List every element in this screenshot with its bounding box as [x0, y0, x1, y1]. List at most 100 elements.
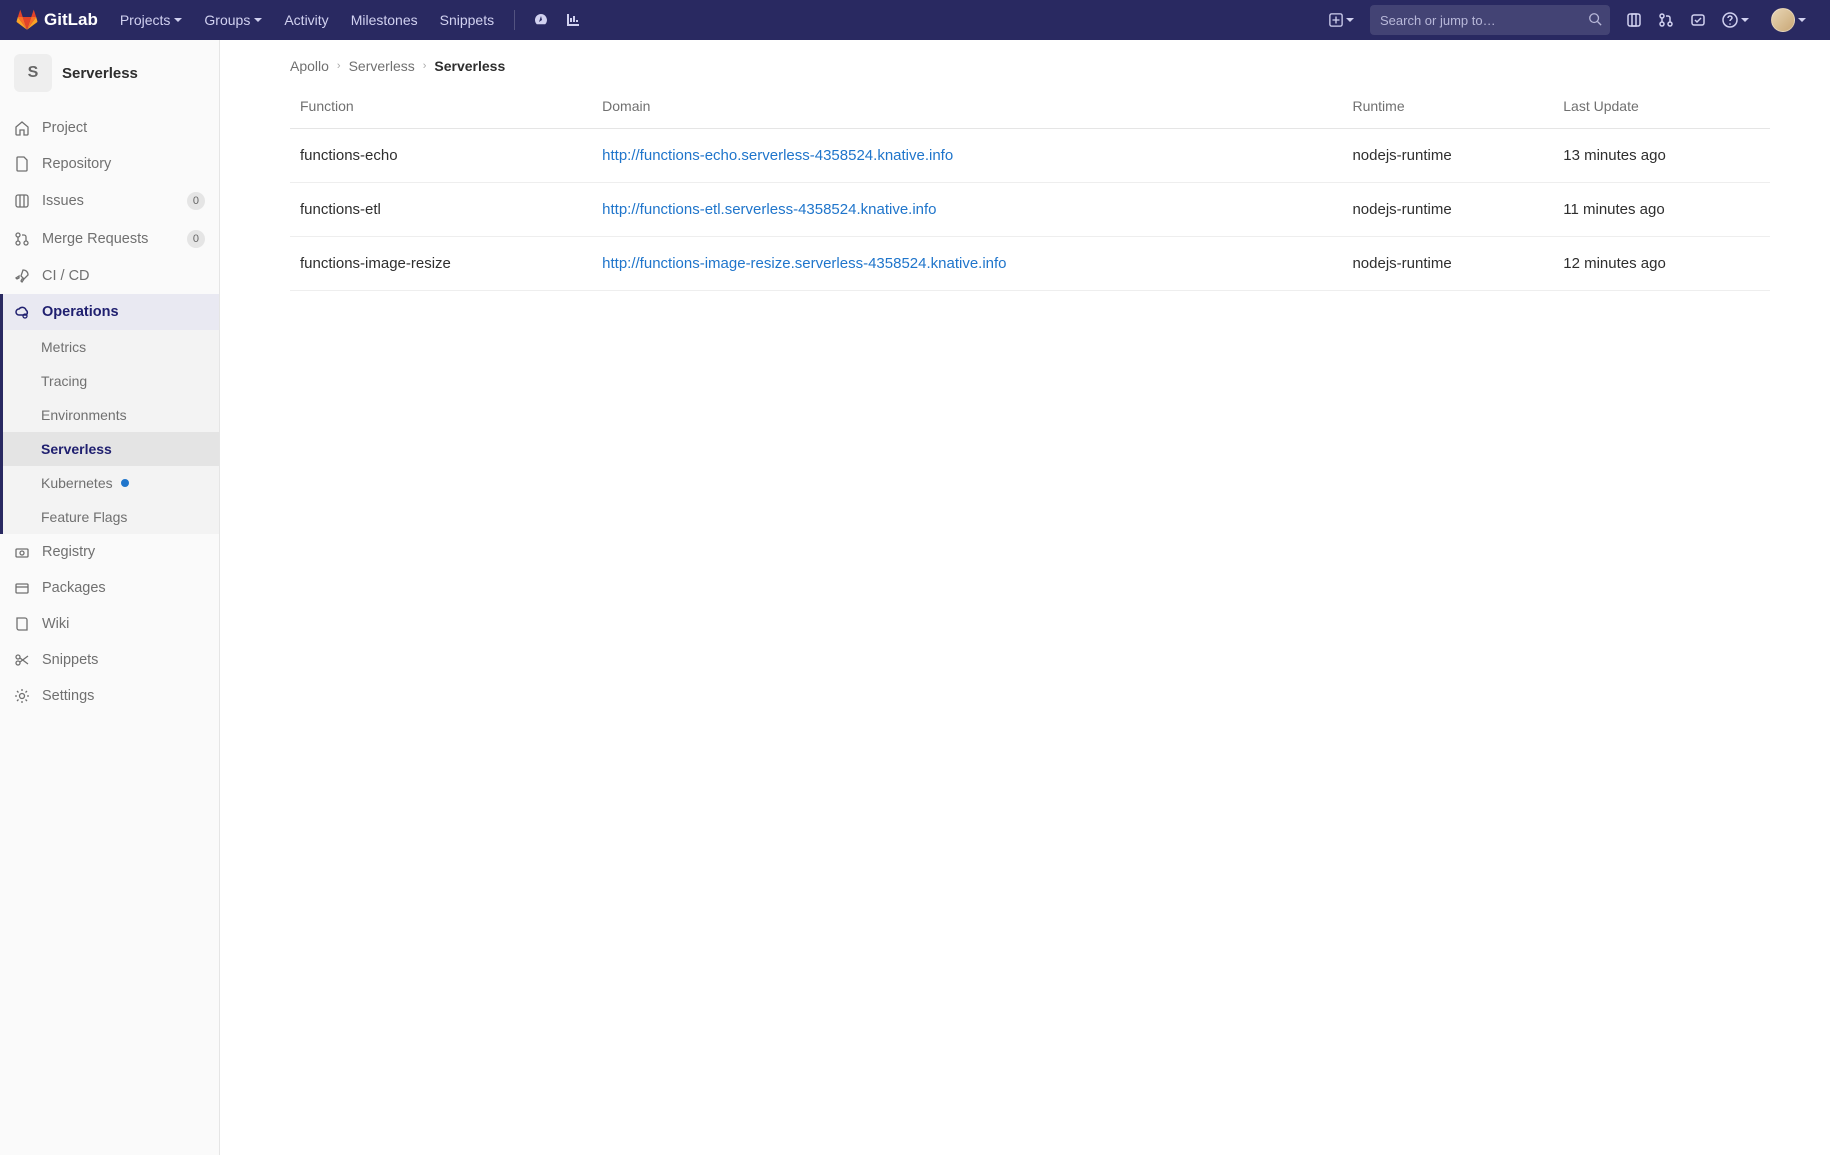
- main-content: Apollo › Serverless › Serverless Functio…: [220, 40, 1830, 1155]
- status-dot-icon: [121, 479, 129, 487]
- sidebar-item-merge-requests[interactable]: Merge Requests 0: [0, 220, 219, 258]
- breadcrumb-link[interactable]: Apollo: [290, 58, 329, 74]
- project-avatar: S: [14, 54, 52, 92]
- submenu-label: Metrics: [41, 339, 86, 355]
- nav-activity-label: Activity: [284, 12, 328, 28]
- search-icon[interactable]: [1588, 12, 1602, 29]
- nav-activity[interactable]: Activity: [274, 4, 338, 36]
- sidebar-item-label: Repository: [42, 156, 205, 172]
- chevron-right-icon: ›: [337, 60, 341, 72]
- scissors-icon: [14, 652, 30, 668]
- sidebar-item-registry[interactable]: Registry: [0, 534, 219, 570]
- nav-divider: [514, 10, 515, 30]
- sidebar-item-label: Issues: [42, 193, 175, 209]
- sidebar-item-label: Merge Requests: [42, 231, 175, 247]
- project-sidebar: S Serverless Project Repository Issues 0…: [0, 40, 220, 1155]
- user-avatar: [1771, 8, 1795, 32]
- table-row[interactable]: functions-echo http://functions-echo.serv…: [290, 129, 1770, 183]
- gitlab-logo[interactable]: GitLab: [16, 9, 98, 31]
- chevron-down-icon: [174, 18, 182, 22]
- sidebar-item-label: Packages: [42, 580, 205, 596]
- sidebar-item-label: Registry: [42, 544, 205, 560]
- new-dropdown[interactable]: [1321, 7, 1362, 33]
- sidebar-item-label: Snippets: [42, 652, 205, 668]
- chevron-down-icon: [1346, 18, 1354, 22]
- sidebar-item-issues[interactable]: Issues 0: [0, 182, 219, 220]
- submenu-label: Environments: [41, 407, 127, 423]
- home-icon: [14, 120, 30, 136]
- cell-updated: 13 minutes ago: [1553, 129, 1770, 183]
- cell-updated: 12 minutes ago: [1553, 237, 1770, 291]
- sidebar-item-label: Wiki: [42, 616, 205, 632]
- book-icon: [14, 616, 30, 632]
- submenu-metrics[interactable]: Metrics: [3, 330, 219, 364]
- submenu-serverless[interactable]: Serverless: [3, 432, 219, 466]
- sidebar-item-label: Project: [42, 120, 205, 136]
- sidebar-item-settings[interactable]: Settings: [0, 678, 219, 714]
- table-row[interactable]: functions-etlhttp://functions-etl.server…: [290, 183, 1770, 237]
- gear-icon: [14, 688, 30, 704]
- submenu-label: Kubernetes: [41, 475, 113, 491]
- nav-groups[interactable]: Groups: [194, 4, 272, 36]
- disk-icon: [14, 544, 30, 560]
- issues-icon: [14, 193, 30, 209]
- chart-icon[interactable]: [557, 6, 589, 34]
- rocket-icon: [14, 268, 30, 284]
- issues-icon[interactable]: [1618, 6, 1650, 34]
- cell-domain: http://functions-echo.serverless-4358524…: [592, 129, 1342, 183]
- nav-milestones[interactable]: Milestones: [341, 4, 428, 36]
- issues-count-badge: 0: [187, 192, 205, 210]
- project-name: Serverless: [62, 65, 138, 82]
- user-menu[interactable]: [1757, 2, 1814, 38]
- primary-nav: Projects Groups Activity Milestones Snip…: [110, 4, 504, 36]
- nav-groups-label: Groups: [204, 12, 250, 28]
- help-dropdown[interactable]: [1714, 6, 1757, 34]
- nav-projects-label: Projects: [120, 12, 171, 28]
- sidebar-item-packages[interactable]: Packages: [0, 570, 219, 606]
- chevron-right-icon: ›: [423, 60, 427, 72]
- sidebar-item-cicd[interactable]: CI / CD: [0, 258, 219, 294]
- breadcrumb-current: Serverless: [434, 58, 505, 74]
- dashboard-icon[interactable]: [525, 6, 557, 34]
- submenu-label: Tracing: [41, 373, 87, 389]
- col-last-update: Last Update: [1553, 84, 1770, 129]
- col-runtime: Runtime: [1342, 84, 1553, 129]
- cell-runtime: nodejs-runtime: [1342, 237, 1553, 291]
- nav-milestones-label: Milestones: [351, 12, 418, 28]
- mr-count-badge: 0: [187, 230, 205, 248]
- cloud-gear-icon: [14, 304, 30, 320]
- cell-function: functions-echo: [290, 129, 592, 183]
- nav-projects[interactable]: Projects: [110, 4, 193, 36]
- sidebar-item-label: Operations: [42, 304, 205, 320]
- search-input[interactable]: [1370, 5, 1610, 35]
- project-header[interactable]: S Serverless: [0, 40, 219, 110]
- submenu-tracing[interactable]: Tracing: [3, 364, 219, 398]
- merge-icon: [14, 231, 30, 247]
- brand-text: GitLab: [44, 10, 98, 30]
- file-icon: [14, 156, 30, 172]
- merge-requests-icon[interactable]: [1650, 6, 1682, 34]
- submenu-kubernetes[interactable]: Kubernetes: [3, 466, 219, 500]
- table-row[interactable]: functions-image-resizehttp://functions-i…: [290, 237, 1770, 291]
- domain-link[interactable]: http://functions-image-resize.serverless…: [602, 255, 1006, 272]
- col-function: Function: [290, 84, 592, 129]
- sidebar-item-project[interactable]: Project: [0, 110, 219, 146]
- sidebar-item-label: CI / CD: [42, 268, 205, 284]
- nav-snippets-label: Snippets: [440, 12, 494, 28]
- sidebar-item-wiki[interactable]: Wiki: [0, 606, 219, 642]
- chevron-down-icon: [1741, 18, 1749, 22]
- package-icon: [14, 580, 30, 596]
- sidebar-item-repository[interactable]: Repository: [0, 146, 219, 182]
- breadcrumb-link[interactable]: Serverless: [349, 58, 415, 74]
- domain-link[interactable]: http://functions-echo.serverless-4358524…: [602, 147, 953, 164]
- submenu-feature-flags[interactable]: Feature Flags: [3, 500, 219, 534]
- nav-snippets[interactable]: Snippets: [430, 4, 504, 36]
- operations-submenu: Metrics Tracing Environments Serverless …: [0, 330, 219, 534]
- domain-link[interactable]: http://functions-etl.serverless-4358524.…: [602, 201, 936, 218]
- todos-icon[interactable]: [1682, 6, 1714, 34]
- sidebar-item-operations[interactable]: Operations: [0, 294, 219, 330]
- sidebar-item-snippets[interactable]: Snippets: [0, 642, 219, 678]
- search-box: [1370, 5, 1610, 35]
- submenu-environments[interactable]: Environments: [3, 398, 219, 432]
- submenu-label: Feature Flags: [41, 509, 127, 525]
